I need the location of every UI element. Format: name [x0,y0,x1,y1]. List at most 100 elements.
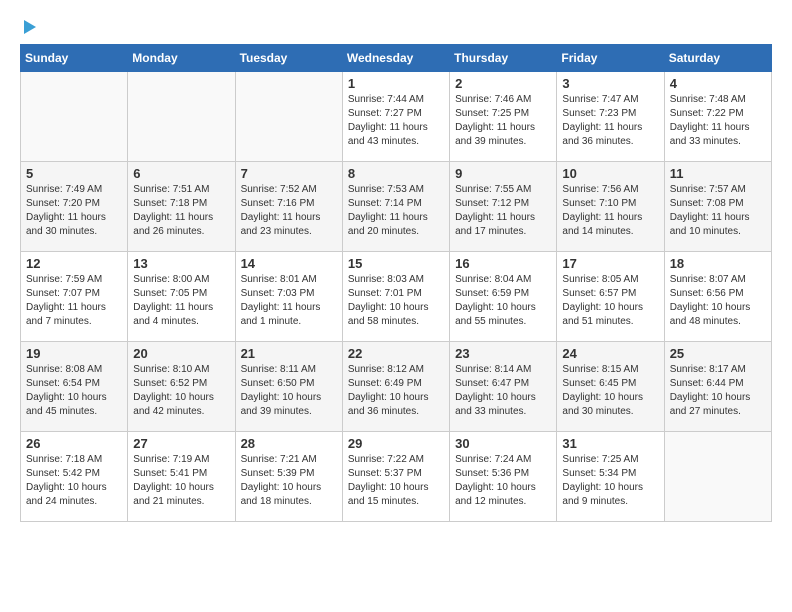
calendar-cell: 5Sunrise: 7:49 AM Sunset: 7:20 PM Daylig… [21,162,128,252]
calendar-cell: 24 Sunrise: 8:15 AM Sunset: 6:45 PM Dayli… [557,342,664,432]
cell-content: Sunrise: 8:08 AM Sunset: 6:54 PM Dayligh… [26,363,122,419]
calendar-header-sunday: Sunday [21,45,128,72]
day-number: 6 [133,166,229,181]
calendar-cell: 7 Sunrise: 7:52 AM Sunset: 7:16 PM Daylig… [235,162,342,252]
calendar-cell: 3Sunrise: 7:47 AM Sunset: 7:23 PM Daylig… [557,72,664,162]
logo [20,20,36,34]
day-number: 25 [670,346,766,361]
calendar-week-row: 1 Sunrise: 7:44 AM Sunset: 7:27 PM Daylig… [21,72,772,162]
calendar-cell [664,432,771,522]
day-number: 7 [241,166,337,181]
cell-content: Sunrise: 7:24 AM Sunset: 5:36 PM Dayligh… [455,453,551,509]
cell-content: Sunrise: 7:47 AM Sunset: 7:23 PM Dayligh… [562,93,658,149]
calendar-cell: 30 Sunrise: 7:24 AM Sunset: 5:36 PM Dayli… [450,432,557,522]
cell-content: Sunrise: 8:14 AM Sunset: 6:47 PM Dayligh… [455,363,551,419]
calendar-cell [21,72,128,162]
cell-content: Sunrise: 8:00 AM Sunset: 7:05 PM Dayligh… [133,273,229,329]
calendar-cell: 15Sunrise: 8:03 AM Sunset: 7:01 PM Dayli… [342,252,449,342]
page-header [20,20,772,34]
calendar-cell: 14 Sunrise: 8:01 AM Sunset: 7:03 PM Dayli… [235,252,342,342]
day-number: 17 [562,256,658,271]
day-number: 29 [348,436,444,451]
day-number: 12 [26,256,122,271]
cell-content: Sunrise: 8:07 AM Sunset: 6:56 PM Dayligh… [670,273,766,329]
cell-content: Sunrise: 7:51 AM Sunset: 7:18 PM Dayligh… [133,183,229,239]
logo-text [20,20,36,34]
calendar-cell: 22 Sunrise: 8:12 AM Sunset: 6:49 PM Dayli… [342,342,449,432]
day-number: 24 [562,346,658,361]
cell-content: Sunrise: 7:48 AM Sunset: 7:22 PM Dayligh… [670,93,766,149]
calendar-header-monday: Monday [128,45,235,72]
day-number: 31 [562,436,658,451]
calendar-cell: 25 Sunrise: 8:17 AM Sunset: 6:44 PM Dayli… [664,342,771,432]
cell-content: Sunrise: 7:22 AM Sunset: 5:37 PM Dayligh… [348,453,444,509]
calendar-cell: 12Sunrise: 7:59 AM Sunset: 7:07 PM Dayli… [21,252,128,342]
day-number: 4 [670,76,766,91]
day-number: 5 [26,166,122,181]
cell-content: Sunrise: 8:11 AM Sunset: 6:50 PM Dayligh… [241,363,337,419]
day-number: 28 [241,436,337,451]
cell-content: Sunrise: 7:52 AM Sunset: 7:16 PM Dayligh… [241,183,337,239]
calendar-header-friday: Friday [557,45,664,72]
day-number: 8 [348,166,444,181]
day-number: 21 [241,346,337,361]
day-number: 2 [455,76,551,91]
logo-arrow-icon [24,20,36,34]
day-number: 9 [455,166,551,181]
cell-content: Sunrise: 7:46 AM Sunset: 7:25 PM Dayligh… [455,93,551,149]
calendar-week-row: 5Sunrise: 7:49 AM Sunset: 7:20 PM Daylig… [21,162,772,252]
calendar-cell [128,72,235,162]
cell-content: Sunrise: 8:04 AM Sunset: 6:59 PM Dayligh… [455,273,551,329]
calendar-cell: 4 Sunrise: 7:48 AM Sunset: 7:22 PM Daylig… [664,72,771,162]
cell-content: Sunrise: 7:55 AM Sunset: 7:12 PM Dayligh… [455,183,551,239]
day-number: 16 [455,256,551,271]
cell-content: Sunrise: 8:17 AM Sunset: 6:44 PM Dayligh… [670,363,766,419]
cell-content: Sunrise: 8:12 AM Sunset: 6:49 PM Dayligh… [348,363,444,419]
calendar-cell: 21 Sunrise: 8:11 AM Sunset: 6:50 PM Dayli… [235,342,342,432]
calendar-cell: 13 Sunrise: 8:00 AM Sunset: 7:05 PM Dayli… [128,252,235,342]
calendar-cell: 10 Sunrise: 7:56 AM Sunset: 7:10 PM Dayli… [557,162,664,252]
calendar-week-row: 19Sunrise: 8:08 AM Sunset: 6:54 PM Dayli… [21,342,772,432]
cell-content: Sunrise: 7:56 AM Sunset: 7:10 PM Dayligh… [562,183,658,239]
calendar-cell: 23 Sunrise: 8:14 AM Sunset: 6:47 PM Dayli… [450,342,557,432]
cell-content: Sunrise: 7:44 AM Sunset: 7:27 PM Dayligh… [348,93,444,149]
cell-content: Sunrise: 8:01 AM Sunset: 7:03 PM Dayligh… [241,273,337,329]
day-number: 11 [670,166,766,181]
day-number: 15 [348,256,444,271]
cell-content: Sunrise: 8:15 AM Sunset: 6:45 PM Dayligh… [562,363,658,419]
day-number: 13 [133,256,229,271]
day-number: 1 [348,76,444,91]
calendar-cell: 6 Sunrise: 7:51 AM Sunset: 7:18 PM Daylig… [128,162,235,252]
cell-content: Sunrise: 7:21 AM Sunset: 5:39 PM Dayligh… [241,453,337,509]
calendar-cell: 31 Sunrise: 7:25 AM Sunset: 5:34 PM Dayli… [557,432,664,522]
calendar-header-thursday: Thursday [450,45,557,72]
calendar-header-row: SundayMondayTuesdayWednesdayThursdayFrid… [21,45,772,72]
calendar-header-wednesday: Wednesday [342,45,449,72]
cell-content: Sunrise: 7:25 AM Sunset: 5:34 PM Dayligh… [562,453,658,509]
day-number: 30 [455,436,551,451]
calendar-cell [235,72,342,162]
day-number: 27 [133,436,229,451]
calendar-cell: 17 Sunrise: 8:05 AM Sunset: 6:57 PM Dayli… [557,252,664,342]
calendar-cell: 20Sunrise: 8:10 AM Sunset: 6:52 PM Dayli… [128,342,235,432]
calendar-week-row: 12Sunrise: 7:59 AM Sunset: 7:07 PM Dayli… [21,252,772,342]
day-number: 22 [348,346,444,361]
calendar-cell: 9 Sunrise: 7:55 AM Sunset: 7:12 PM Daylig… [450,162,557,252]
calendar-cell: 1 Sunrise: 7:44 AM Sunset: 7:27 PM Daylig… [342,72,449,162]
calendar-cell: 19Sunrise: 8:08 AM Sunset: 6:54 PM Dayli… [21,342,128,432]
cell-content: Sunrise: 8:05 AM Sunset: 6:57 PM Dayligh… [562,273,658,329]
calendar-cell: 8Sunrise: 7:53 AM Sunset: 7:14 PM Daylig… [342,162,449,252]
calendar-week-row: 26Sunrise: 7:18 AM Sunset: 5:42 PM Dayli… [21,432,772,522]
calendar-cell: 11Sunrise: 7:57 AM Sunset: 7:08 PM Dayli… [664,162,771,252]
calendar-cell: 28 Sunrise: 7:21 AM Sunset: 5:39 PM Dayli… [235,432,342,522]
calendar-cell: 29 Sunrise: 7:22 AM Sunset: 5:37 PM Dayli… [342,432,449,522]
day-number: 23 [455,346,551,361]
day-number: 10 [562,166,658,181]
calendar-cell: 26Sunrise: 7:18 AM Sunset: 5:42 PM Dayli… [21,432,128,522]
day-number: 18 [670,256,766,271]
cell-content: Sunrise: 7:19 AM Sunset: 5:41 PM Dayligh… [133,453,229,509]
cell-content: Sunrise: 8:10 AM Sunset: 6:52 PM Dayligh… [133,363,229,419]
calendar-header-saturday: Saturday [664,45,771,72]
calendar-cell: 16 Sunrise: 8:04 AM Sunset: 6:59 PM Dayli… [450,252,557,342]
day-number: 14 [241,256,337,271]
